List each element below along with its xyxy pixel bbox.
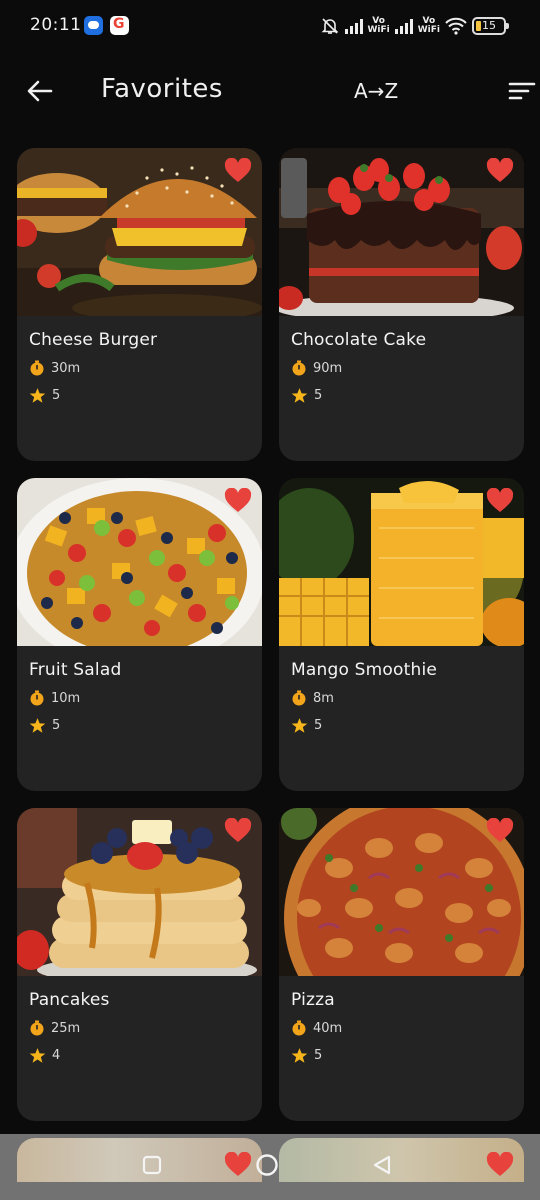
recipe-time: 40m xyxy=(291,1020,342,1036)
messenger-notification-icon xyxy=(84,16,103,35)
recipe-time-value: 10m xyxy=(51,690,81,706)
recipe-rating-value: 5 xyxy=(52,718,61,733)
recipe-card-chocolate-cake[interactable]: Chocolate Cake 90m 5 xyxy=(279,148,524,461)
recipe-rating: 5 xyxy=(291,387,322,404)
recipe-name: Chocolate Cake xyxy=(291,330,427,350)
recipe-name: Fruit Salad xyxy=(29,660,122,680)
battery-icon: 15 xyxy=(472,17,509,35)
recipe-rating: 4 xyxy=(29,1047,60,1064)
star-icon xyxy=(291,388,308,403)
recipe-time: 30m xyxy=(29,360,80,376)
recipe-rating-value: 4 xyxy=(52,1048,61,1063)
recipe-card-fruit-salad[interactable]: Fruit Salad 10m 5 xyxy=(17,478,262,791)
wifi-icon xyxy=(445,17,467,35)
recipe-card-pancakes[interactable]: Pancakes 25m 4 xyxy=(17,808,262,1121)
recipe-time-value: 25m xyxy=(51,1020,81,1036)
timer-icon xyxy=(292,1020,306,1036)
status-time: 20:11 xyxy=(30,15,82,35)
recipe-time-value: 30m xyxy=(51,360,81,376)
heart-icon[interactable] xyxy=(486,1152,514,1178)
recipe-time-value: 90m xyxy=(313,360,343,376)
star-icon xyxy=(29,388,46,403)
signal-icon xyxy=(344,18,363,34)
status-icons: Vo WiFi Vo WiFi 15 xyxy=(320,14,509,38)
recipe-time-value: 40m xyxy=(313,1020,343,1036)
recent-apps-icon[interactable] xyxy=(142,1155,162,1175)
mute-bell-icon xyxy=(321,18,338,34)
star-icon xyxy=(29,718,46,733)
recipe-rating: 5 xyxy=(291,717,322,734)
heart-icon[interactable] xyxy=(224,488,252,514)
recipe-time-value: 8m xyxy=(313,690,334,706)
vowifi-label: Vo WiFi xyxy=(367,16,390,35)
sort-lines-icon[interactable] xyxy=(506,76,536,106)
page-title: Favorites xyxy=(101,74,223,104)
recipe-time: 10m xyxy=(29,690,80,706)
heart-icon[interactable] xyxy=(486,488,514,514)
sort-az-button[interactable]: A→Z xyxy=(354,79,398,103)
star-icon xyxy=(291,1048,308,1063)
recipe-name: Mango Smoothie xyxy=(291,660,438,680)
recipe-card-mango-smoothie[interactable]: Mango Smoothie 8m 5 xyxy=(279,478,524,791)
heart-icon[interactable] xyxy=(486,818,514,844)
recipe-name: Cheese Burger xyxy=(29,330,158,350)
recipe-rating: 5 xyxy=(29,717,60,734)
heart-icon[interactable] xyxy=(224,158,252,184)
star-icon xyxy=(291,718,308,733)
recipe-rating-value: 5 xyxy=(314,388,323,403)
status-bar: 20:11 G Vo WiFi Vo WiFi 15 xyxy=(0,0,540,52)
timer-icon xyxy=(30,360,44,376)
recipe-time: 90m xyxy=(291,360,342,376)
recipe-rating: 5 xyxy=(29,387,60,404)
signal-icon xyxy=(394,18,413,34)
timer-icon xyxy=(30,1020,44,1036)
recipe-rating-value: 5 xyxy=(314,1048,323,1063)
recipe-name: Pizza xyxy=(291,990,335,1010)
home-icon[interactable] xyxy=(255,1153,279,1177)
recipe-name: Pancakes xyxy=(29,990,110,1010)
recipe-time: 8m xyxy=(291,690,334,706)
recipe-rating-value: 5 xyxy=(314,718,323,733)
battery-level: 15 xyxy=(482,19,496,32)
timer-icon xyxy=(30,690,44,706)
heart-icon[interactable] xyxy=(224,1152,252,1178)
recipe-rating-value: 5 xyxy=(52,388,61,403)
recipe-card-cheese-burger[interactable]: Cheese Burger 30m 5 xyxy=(17,148,262,461)
vowifi-label: Vo WiFi xyxy=(417,16,440,35)
system-nav-bar xyxy=(0,1134,540,1200)
recipe-time: 25m xyxy=(29,1020,80,1036)
google-notification-icon: G xyxy=(110,16,129,35)
heart-icon[interactable] xyxy=(224,818,252,844)
recipe-card-pizza[interactable]: Pizza 40m 5 xyxy=(279,808,524,1121)
back-nav-icon[interactable] xyxy=(372,1155,392,1175)
timer-icon xyxy=(292,360,306,376)
app-bar: Favorites A→Z xyxy=(0,60,540,122)
recipe-rating: 5 xyxy=(291,1047,322,1064)
arrow-left-icon[interactable] xyxy=(22,76,56,106)
heart-icon[interactable] xyxy=(486,158,514,184)
star-icon xyxy=(29,1048,46,1063)
timer-icon xyxy=(292,690,306,706)
